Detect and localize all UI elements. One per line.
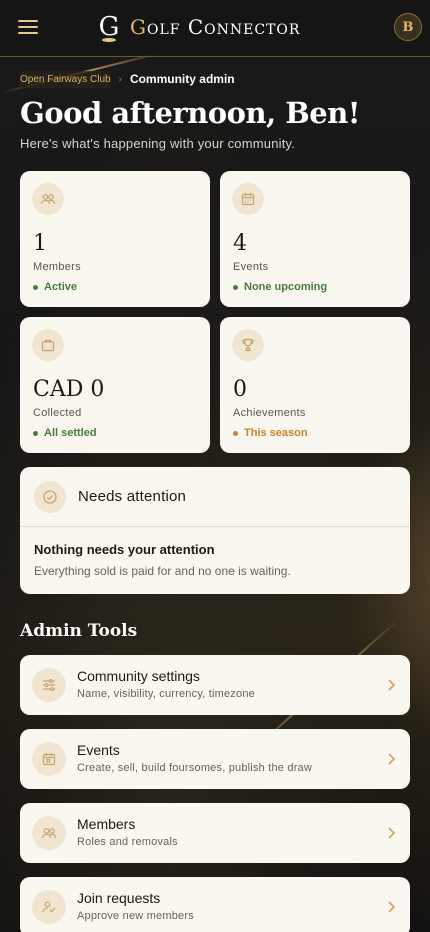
bag-icon	[32, 329, 64, 361]
chevron-right-icon	[388, 901, 396, 913]
tool-title: Members	[77, 816, 136, 832]
users-icon	[32, 183, 64, 215]
breadcrumb-separator: ›	[118, 73, 122, 85]
page-subtitle: Here's what's happening with your commun…	[20, 136, 296, 151]
stats-grid: 1 Members Active 4 Events None upcoming …	[20, 171, 410, 453]
stat-card-events[interactable]: 4 Events None upcoming	[220, 171, 410, 307]
stat-value: 0	[233, 377, 247, 402]
tool-title: Join requests	[77, 890, 161, 906]
breadcrumb-current: Community admin	[129, 72, 235, 86]
tool-title: Events	[77, 742, 120, 758]
user-check-icon	[32, 890, 66, 924]
tool-description: Approve new members	[77, 910, 194, 922]
stat-label: Events	[233, 261, 269, 273]
chevron-right-icon	[388, 679, 396, 691]
status-badge: None upcoming	[233, 281, 327, 293]
users-icon	[32, 816, 66, 850]
check-circle-icon	[34, 480, 66, 513]
hamburger-menu-icon[interactable]	[18, 20, 38, 36]
stat-card-collected[interactable]: CAD 0 Collected All settled	[20, 317, 210, 453]
needs-attention-card: Needs attention Nothing needs your atten…	[20, 467, 410, 594]
tool-description: Name, visibility, currency, timezone	[77, 688, 255, 700]
sliders-icon	[32, 668, 66, 702]
status-badge: This season	[233, 427, 308, 439]
needs-attention-header: Needs attention	[20, 467, 410, 527]
page-title: Good afternoon, Ben!	[20, 96, 361, 130]
tool-members[interactable]: Members Roles and removals	[20, 803, 410, 863]
top-bar: G Golf Connector B	[0, 0, 430, 57]
brand-name: Golf Connector	[130, 15, 301, 39]
stat-label: Members	[33, 261, 81, 273]
stat-value: CAD 0	[33, 377, 105, 402]
chevron-right-icon	[388, 827, 396, 839]
stat-value: 4	[233, 231, 247, 256]
needs-attention-message: Nothing needs your attention	[34, 542, 215, 557]
tool-join-requests[interactable]: Join requests Approve new members	[20, 877, 410, 932]
avatar[interactable]: B	[394, 13, 422, 41]
stat-card-members[interactable]: 1 Members Active	[20, 171, 210, 307]
main-content: Open Fairways Club › Community admin Goo…	[20, 68, 410, 932]
trophy-icon	[232, 329, 264, 361]
stat-label: Collected	[33, 407, 82, 419]
needs-attention-description: Everything sold is paid for and no one i…	[34, 564, 291, 578]
brand-logo[interactable]: G Golf Connector	[96, 12, 300, 42]
needs-attention-title: Needs attention	[78, 488, 187, 505]
tool-description: Create, sell, build foursomes, publish t…	[77, 762, 313, 774]
tool-community-settings[interactable]: Community settings Name, visibility, cur…	[20, 655, 410, 715]
chevron-right-icon	[388, 753, 396, 765]
calendar-icon	[232, 183, 264, 215]
brand-mark-icon: G	[96, 12, 122, 42]
tool-events[interactable]: Events Create, sell, build foursomes, pu…	[20, 729, 410, 789]
status-badge: Active	[33, 281, 77, 293]
calendar-icon	[32, 742, 66, 776]
status-badge: All settled	[33, 427, 97, 439]
breadcrumb-link-club[interactable]: Open Fairways Club	[20, 70, 111, 88]
stat-card-achievements[interactable]: 0 Achievements This season	[220, 317, 410, 453]
admin-tools-heading: Admin Tools	[20, 621, 138, 641]
stat-value: 1	[33, 231, 47, 256]
breadcrumb: Open Fairways Club › Community admin	[20, 68, 410, 90]
tool-title: Community settings	[77, 668, 200, 684]
stat-label: Achievements	[233, 407, 306, 419]
tool-description: Roles and removals	[77, 836, 178, 848]
